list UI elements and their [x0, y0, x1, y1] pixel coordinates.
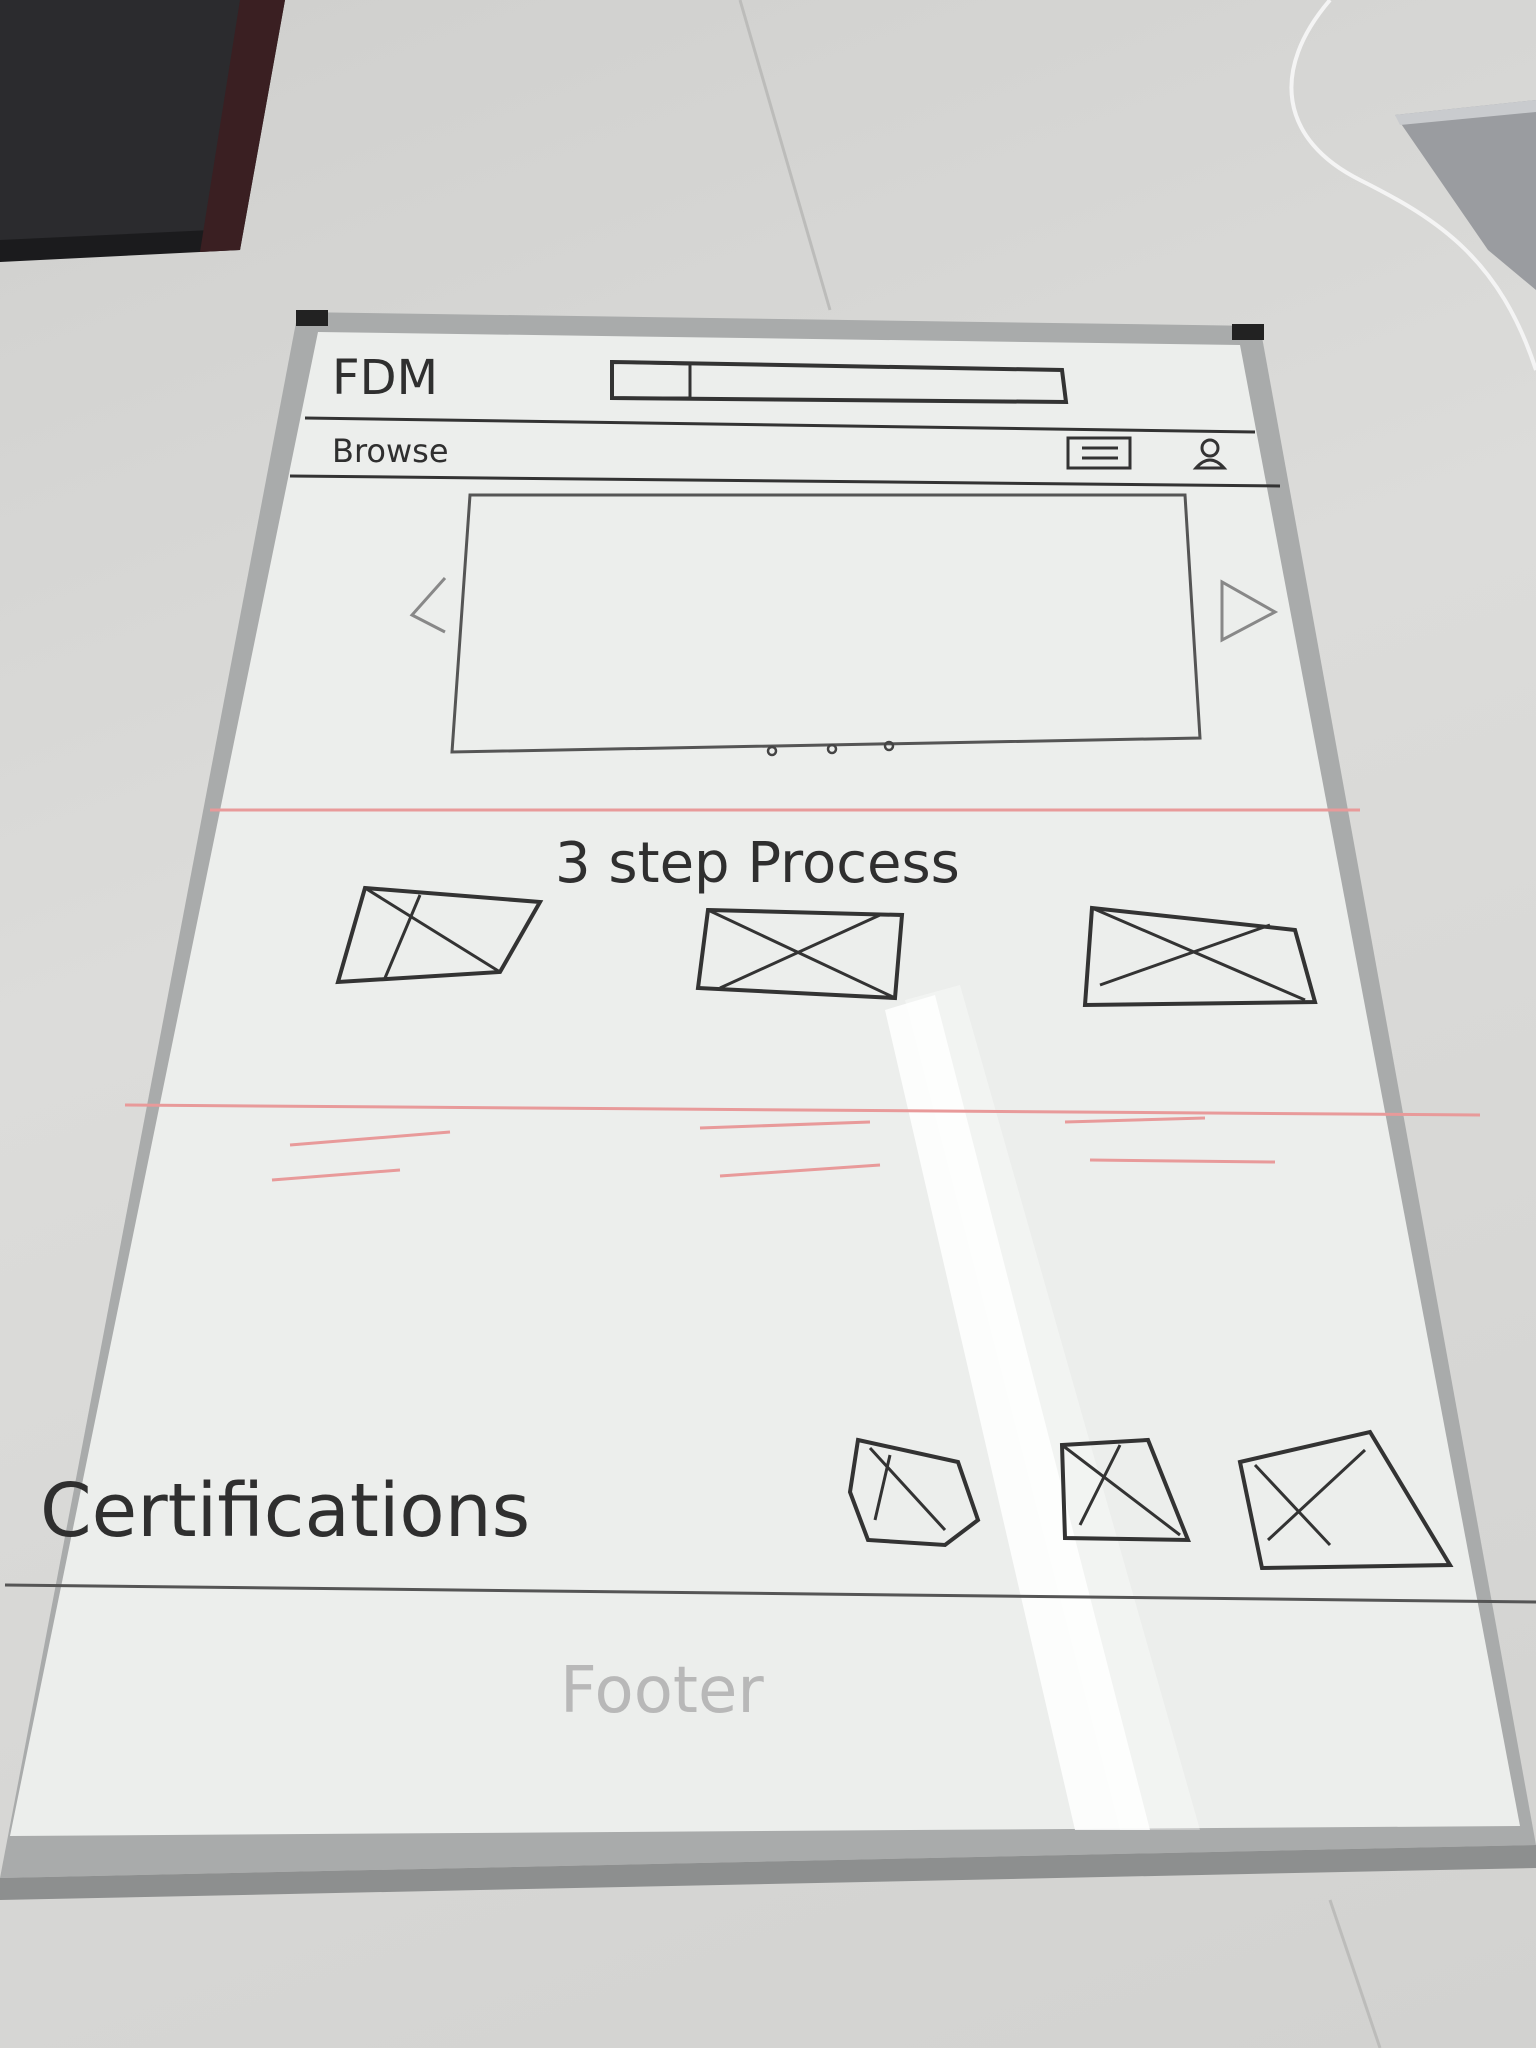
frame-corner — [296, 310, 328, 326]
laptop-lid — [1395, 100, 1536, 290]
table-seam — [738, 0, 832, 311]
frame-corner — [1232, 324, 1264, 340]
table-seam — [1328, 1899, 1382, 2048]
logo-text: FDM — [332, 350, 438, 406]
section-title: 3 step Process — [555, 831, 960, 896]
certifications-label: Certifications — [40, 1468, 530, 1554]
nav-label: Browse — [332, 432, 449, 470]
footer-label: Footer — [560, 1654, 764, 1728]
whiteboard-photo: FDM Browse 3 step Process Certifications… — [0, 0, 1536, 2048]
text-placeholder — [1089, 1158, 1276, 1164]
laptop-keyboard — [0, 0, 285, 262]
